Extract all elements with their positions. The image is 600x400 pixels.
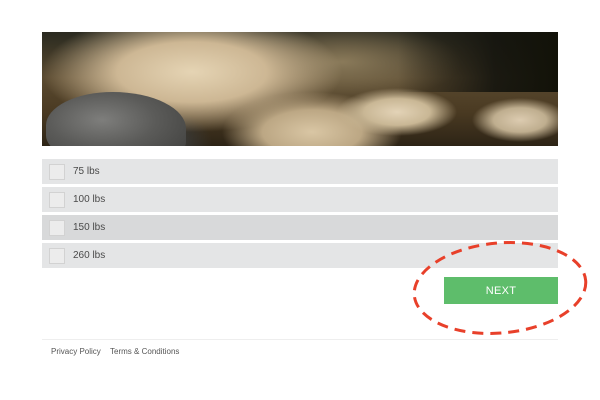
- checkbox[interactable]: [49, 247, 65, 264]
- option-label: 260 lbs: [73, 250, 106, 261]
- footer: Privacy Policy Terms & Conditions: [42, 339, 558, 356]
- next-button[interactable]: NEXT: [444, 277, 558, 304]
- privacy-policy-link[interactable]: Privacy Policy: [51, 347, 101, 356]
- option-260-lbs[interactable]: 260 lbs: [42, 243, 558, 268]
- option-75-lbs[interactable]: 75 lbs: [42, 159, 558, 184]
- option-150-lbs[interactable]: 150 lbs: [42, 215, 558, 240]
- forest-shadow: [398, 32, 558, 92]
- rock-shape: [46, 92, 186, 146]
- option-label: 100 lbs: [73, 194, 106, 205]
- option-label: 75 lbs: [73, 166, 100, 177]
- checkbox[interactable]: [49, 191, 65, 208]
- option-100-lbs[interactable]: 100 lbs: [42, 187, 558, 212]
- option-label: 150 lbs: [73, 222, 106, 233]
- terms-conditions-link[interactable]: Terms & Conditions: [110, 347, 179, 356]
- checkbox[interactable]: [49, 163, 65, 180]
- checkbox[interactable]: [49, 219, 65, 236]
- answer-options: 75 lbs 100 lbs 150 lbs 260 lbs: [42, 159, 558, 271]
- hero-image: [42, 32, 558, 146]
